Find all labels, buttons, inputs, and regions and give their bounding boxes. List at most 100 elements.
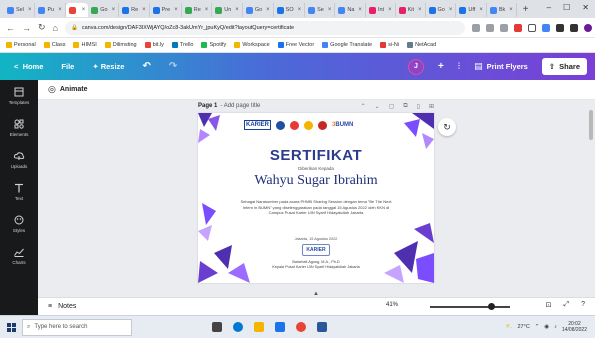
sidebar-item-uploads[interactable]: Uploads — [11, 150, 27, 169]
home-button[interactable]: < Home — [14, 62, 43, 71]
bookmark-item[interactable]: bit.ly — [144, 42, 164, 48]
page-up-icon[interactable]: ⌃ — [361, 103, 366, 110]
close-tab-icon[interactable]: × — [266, 7, 270, 13]
star-icon[interactable] — [499, 23, 508, 32]
back-icon[interactable]: ← — [6, 23, 15, 33]
zoom-slider[interactable] — [430, 306, 510, 308]
new-tab-button[interactable]: + — [523, 4, 529, 15]
vertical-scrollbar[interactable] — [589, 110, 593, 140]
browser-tab[interactable]: Uff × — [456, 3, 487, 17]
browser-tab[interactable]: Kit × — [396, 3, 426, 17]
close-tab-icon[interactable]: × — [112, 7, 116, 13]
sidebar-item-styles[interactable]: Styles — [13, 214, 25, 233]
weather-icon[interactable]: ⛅ — [506, 324, 513, 330]
sidebar-item-charts[interactable]: Charts — [12, 246, 26, 265]
chrome-icon[interactable] — [296, 322, 306, 332]
close-tab-icon[interactable]: × — [388, 7, 392, 13]
store-icon[interactable] — [275, 322, 285, 332]
share-button[interactable]: ⇧ Share — [541, 58, 587, 75]
avatar[interactable]: J — [407, 58, 424, 75]
close-tab-icon[interactable]: × — [449, 7, 453, 13]
refresh-icon[interactable]: ↻ — [438, 118, 456, 136]
browser-tab[interactable]: Se × — [305, 3, 336, 17]
page-count-icon[interactable]: ⊡ — [546, 301, 552, 309]
close-window-button[interactable]: ✕ — [582, 3, 589, 12]
certificate-date[interactable]: Jakarta, 15 Agustus 2022 — [198, 237, 434, 241]
forward-icon[interactable]: → — [22, 23, 31, 33]
bookmark-item[interactable]: Trello — [171, 42, 193, 48]
file-explorer-icon[interactable] — [254, 322, 264, 332]
close-tab-icon[interactable]: × — [418, 7, 422, 13]
duplicate-page-icon[interactable]: ⧉ — [403, 103, 407, 110]
browser-tab[interactable]: Go × — [243, 3, 274, 17]
bookmark-item[interactable]: NetAcad — [407, 42, 436, 48]
bookmark-item[interactable]: si-Ni — [380, 42, 399, 48]
bookmark-item[interactable]: Dilimsting — [104, 42, 137, 48]
zoom-slider-handle[interactable] — [488, 303, 495, 310]
share-page-icon[interactable] — [485, 23, 494, 32]
temperature[interactable]: 27°C — [518, 324, 530, 330]
certificate-page[interactable]: KARIER 3BUMN SERTIFIKAT Diberikan Kepada… — [198, 113, 434, 283]
zoom-value[interactable]: 41% — [386, 302, 398, 308]
browser-tab[interactable]: Re × — [119, 3, 150, 17]
sidebar-toggle-icon[interactable] — [569, 23, 578, 32]
close-tab-icon[interactable]: × — [58, 7, 62, 13]
browser-tab[interactable]: Pu × — [35, 3, 66, 17]
close-tab-icon[interactable]: × — [509, 7, 513, 13]
close-tab-icon[interactable]: × — [142, 7, 146, 13]
close-tab-icon[interactable]: × — [328, 7, 332, 13]
redo-icon[interactable]: ↷ — [169, 61, 177, 72]
notes-button[interactable]: ≡ Notes — [48, 303, 76, 310]
browser-tab[interactable]: Re × — [182, 3, 213, 17]
bookmark-item[interactable]: Spotify — [201, 42, 226, 48]
bookmark-item[interactable]: Workspace — [234, 42, 270, 48]
sidebar-item-templates[interactable]: Templates — [9, 86, 29, 105]
browser-tab[interactable]: Go × — [88, 3, 120, 17]
close-tab-icon[interactable]: × — [28, 7, 32, 13]
home-icon[interactable]: ⌂ — [53, 23, 58, 33]
close-tab-icon[interactable]: × — [358, 7, 362, 13]
browser-tab[interactable]: Un × — [212, 3, 243, 17]
extension-google-icon[interactable] — [541, 23, 550, 32]
given-to-label[interactable]: Diberikan Kepada — [198, 166, 434, 171]
minimize-button[interactable]: – — [547, 3, 551, 12]
resize-button[interactable]: ✦ Resize — [92, 62, 124, 71]
volume-icon[interactable]: ♪ — [554, 324, 557, 330]
search-icon[interactable] — [471, 23, 480, 32]
signer-block[interactable]: Balarhati Agung, M.A., Ph.D Kepala Pusat… — [198, 260, 434, 270]
signature-stamp[interactable]: KARIER — [302, 244, 330, 256]
page-title-input[interactable]: - Add page title — [220, 103, 260, 109]
browser-tab[interactable]: Bk × — [487, 3, 517, 17]
bookmark-item[interactable]: Class — [43, 42, 65, 48]
browser-tab[interactable]: Sel × — [4, 3, 36, 17]
recipient-name[interactable]: Wahyu Sugar Ibrahim — [198, 173, 434, 189]
clock[interactable]: 20:02 14/08/2022 — [562, 321, 587, 333]
close-tab-icon[interactable]: × — [174, 7, 178, 13]
bookmark-item[interactable]: Google Translate — [322, 42, 372, 48]
browser-tab[interactable]: SO × — [274, 3, 306, 17]
sidebar-item-text[interactable]: Text — [13, 182, 25, 201]
network-icon[interactable]: ⌃ — [535, 324, 540, 330]
extension-z-icon[interactable] — [527, 23, 536, 32]
browser-tab[interactable]: × — [65, 3, 89, 17]
extension-puzzle-icon[interactable] — [555, 23, 564, 32]
add-collaborator-icon[interactable]: + — [438, 61, 444, 72]
print-flyers-button[interactable]: ▤ Print Flyers — [474, 61, 528, 72]
edge-icon[interactable] — [233, 322, 243, 332]
insights-icon[interactable]: ⫶ — [458, 61, 460, 72]
delete-page-icon[interactable]: ▯ — [417, 103, 420, 110]
word-icon[interactable] — [317, 322, 327, 332]
hide-page-icon[interactable]: ▢ — [389, 103, 395, 110]
browser-tab[interactable]: Pre × — [150, 3, 182, 17]
bookmark-item[interactable]: Free Vector — [277, 42, 314, 48]
wifi-icon[interactable]: ◉ — [544, 324, 549, 330]
extension-red-icon[interactable] — [513, 23, 522, 32]
bookmark-item[interactable]: HIMSI — [73, 42, 97, 48]
file-menu[interactable]: File — [61, 62, 74, 71]
close-tab-icon[interactable]: × — [235, 7, 239, 13]
browser-tab[interactable]: Go × — [426, 3, 457, 17]
sidebar-item-elements[interactable]: Elements — [10, 118, 28, 137]
reload-icon[interactable]: ↻ — [38, 22, 46, 33]
animate-button[interactable]: Animate — [60, 86, 88, 93]
fullscreen-icon[interactable]: ⤢ — [563, 301, 569, 309]
